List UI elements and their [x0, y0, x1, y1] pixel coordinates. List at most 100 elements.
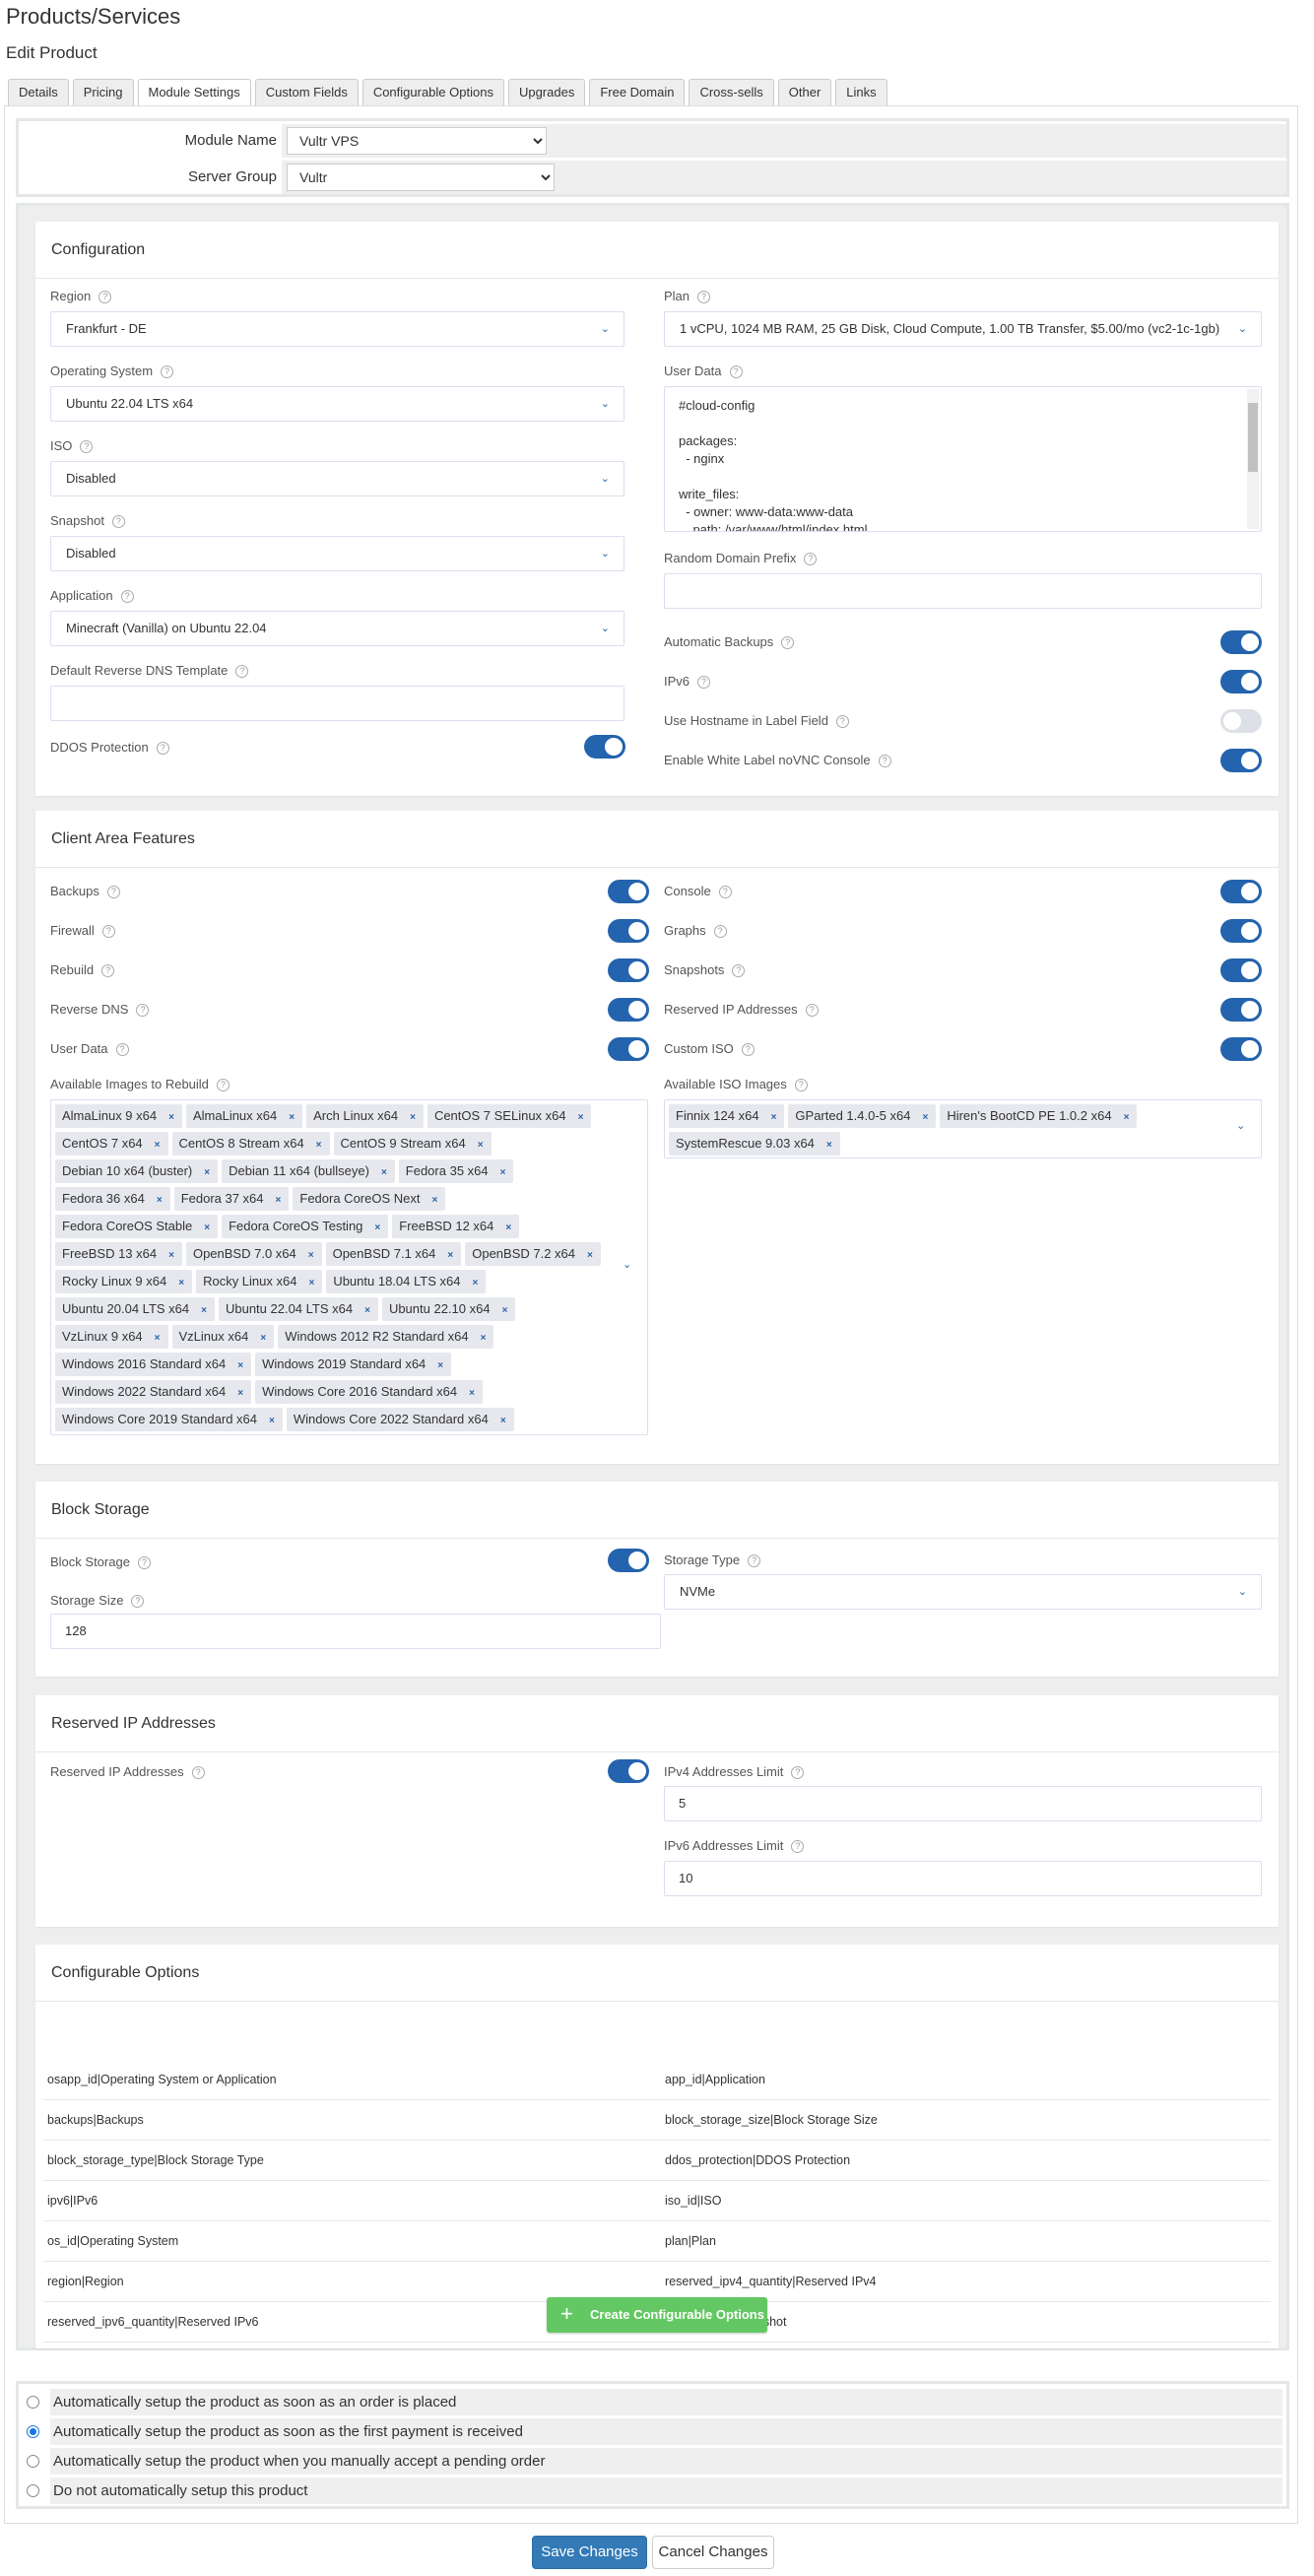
tab-configurable-options[interactable]: Configurable Options	[361, 79, 504, 105]
help-icon[interactable]: ?	[115, 1043, 129, 1056]
application-select[interactable]: Minecraft (Vanilla) on Ubuntu 22.04 ⌄	[50, 611, 624, 646]
help-icon[interactable]: ?	[120, 590, 134, 603]
help-icon[interactable]: ?	[99, 291, 112, 303]
tab-module-settings[interactable]: Module Settings	[137, 79, 251, 106]
save-changes-button[interactable]: Save Changes	[532, 2536, 647, 2569]
iso-images-select[interactable]: Finnix 124 x64 × GParted 1.4.0-5 x64 × Hiren…	[664, 1099, 1262, 1158]
block-storage-toggle[interactable]	[608, 1549, 649, 1572]
remove-tag-icon[interactable]: ×	[447, 1250, 453, 1261]
feature-toggle[interactable]	[608, 998, 649, 1022]
help-icon[interactable]: ?	[216, 1079, 230, 1091]
user-data-textarea[interactable]: #cloud-config packages: - nginx write_fi…	[664, 386, 1262, 532]
setup-option[interactable]: Automatically setup the product as soon …	[27, 2418, 1282, 2445]
remove-tag-icon[interactable]: ×	[578, 1112, 584, 1123]
tab-links[interactable]: Links	[835, 79, 887, 105]
help-icon[interactable]: ?	[235, 665, 249, 678]
server-group-select[interactable]: Vultr	[287, 164, 555, 191]
remove-tag-icon[interactable]: ×	[289, 1112, 295, 1123]
help-icon[interactable]: ?	[131, 1595, 145, 1608]
remove-tag-icon[interactable]: ×	[922, 1112, 928, 1123]
remove-tag-icon[interactable]: ×	[478, 1140, 484, 1151]
help-icon[interactable]: ?	[101, 964, 115, 977]
help-icon[interactable]: ?	[804, 553, 818, 565]
tab-upgrades[interactable]: Upgrades	[507, 79, 586, 105]
remove-tag-icon[interactable]: ×	[500, 1167, 506, 1178]
help-icon[interactable]: ?	[729, 365, 743, 378]
remove-tag-icon[interactable]: ×	[472, 1278, 478, 1288]
help-icon[interactable]: ?	[732, 964, 746, 977]
remove-tag-icon[interactable]: ×	[308, 1278, 314, 1288]
module-name-select[interactable]: Vultr VPS	[287, 127, 547, 155]
remove-tag-icon[interactable]: ×	[168, 1250, 174, 1261]
remove-tag-icon[interactable]: ×	[771, 1112, 777, 1123]
help-icon[interactable]: ?	[781, 636, 795, 649]
remove-tag-icon[interactable]: ×	[316, 1140, 322, 1151]
tab-details[interactable]: Details	[8, 79, 69, 105]
help-icon[interactable]: ?	[136, 1004, 150, 1017]
remove-tag-icon[interactable]: ×	[374, 1222, 380, 1233]
help-icon[interactable]: ?	[137, 1556, 151, 1569]
feature-toggle[interactable]	[608, 958, 649, 982]
storage-type-select[interactable]: NVMe ⌄	[664, 1574, 1262, 1610]
setup-option[interactable]: Do not automatically setup this product	[27, 2477, 1282, 2504]
remove-tag-icon[interactable]: ×	[155, 1140, 161, 1151]
ipv4-limit-input[interactable]: 5	[664, 1786, 1262, 1821]
remove-tag-icon[interactable]: ×	[505, 1222, 511, 1233]
remove-tag-icon[interactable]: ×	[204, 1167, 210, 1178]
remove-tag-icon[interactable]: ×	[201, 1305, 207, 1316]
random-prefix-input[interactable]	[664, 573, 1262, 609]
chevron-down-icon[interactable]: ⌄	[623, 1258, 631, 1271]
remove-tag-icon[interactable]: ×	[587, 1250, 593, 1261]
help-icon[interactable]: ?	[791, 1766, 805, 1779]
remove-tag-icon[interactable]: ×	[178, 1278, 184, 1288]
remove-tag-icon[interactable]: ×	[500, 1416, 506, 1426]
white-label-toggle[interactable]	[1220, 749, 1262, 772]
os-select[interactable]: Ubuntu 22.04 LTS x64 ⌄	[50, 386, 624, 422]
feature-toggle[interactable]	[1220, 919, 1262, 943]
tab-cross-sells[interactable]: Cross-sells	[689, 79, 774, 105]
help-icon[interactable]: ?	[697, 676, 711, 689]
radio-button[interactable]	[27, 2484, 39, 2497]
remove-tag-icon[interactable]: ×	[237, 1388, 243, 1399]
tab-free-domain[interactable]: Free Domain	[589, 79, 686, 105]
help-icon[interactable]: ?	[101, 925, 115, 938]
remove-tag-icon[interactable]: ×	[826, 1140, 832, 1151]
rdns-input[interactable]	[50, 686, 624, 721]
help-icon[interactable]: ?	[191, 1766, 205, 1779]
remove-tag-icon[interactable]: ×	[437, 1360, 443, 1371]
remove-tag-icon[interactable]: ×	[155, 1333, 161, 1344]
tab-pricing[interactable]: Pricing	[72, 79, 134, 105]
help-icon[interactable]: ?	[111, 515, 125, 528]
feature-toggle[interactable]	[1220, 998, 1262, 1022]
feature-toggle[interactable]	[608, 919, 649, 943]
cancel-changes-button[interactable]: Cancel Changes	[652, 2536, 774, 2569]
images-to-rebuild-select[interactable]: AlmaLinux 9 x64 × AlmaLinux x64 × Arch Linux…	[50, 1099, 648, 1435]
plan-select[interactable]: 1 vCPU, 1024 MB RAM, 25 GB Disk, Cloud C…	[664, 311, 1262, 347]
help-icon[interactable]: ?	[106, 886, 120, 898]
scrollbar-thumb[interactable]	[1248, 403, 1258, 472]
radio-button[interactable]	[27, 2425, 39, 2438]
hostname-label-toggle[interactable]	[1220, 709, 1262, 733]
help-icon[interactable]: ?	[794, 1079, 808, 1091]
remove-tag-icon[interactable]: ×	[481, 1333, 487, 1344]
remove-tag-icon[interactable]: ×	[157, 1195, 163, 1206]
remove-tag-icon[interactable]: ×	[469, 1388, 475, 1399]
tab-custom-fields[interactable]: Custom Fields	[254, 79, 359, 105]
remove-tag-icon[interactable]: ×	[410, 1112, 416, 1123]
ddos-toggle[interactable]	[584, 735, 625, 759]
help-icon[interactable]: ?	[741, 1043, 755, 1056]
help-icon[interactable]: ?	[80, 440, 94, 453]
setup-option[interactable]: Automatically setup the product when you…	[27, 2448, 1282, 2475]
feature-toggle[interactable]	[1220, 880, 1262, 903]
storage-size-input[interactable]: 128	[50, 1614, 661, 1649]
remove-tag-icon[interactable]: ×	[1124, 1112, 1130, 1123]
feature-toggle[interactable]	[608, 880, 649, 903]
remove-tag-icon[interactable]: ×	[308, 1250, 314, 1261]
auto-backups-toggle[interactable]	[1220, 630, 1262, 654]
remove-tag-icon[interactable]: ×	[168, 1112, 174, 1123]
help-icon[interactable]: ?	[748, 1554, 761, 1567]
remove-tag-icon[interactable]: ×	[502, 1305, 508, 1316]
ipv6-toggle[interactable]	[1220, 670, 1262, 694]
remove-tag-icon[interactable]: ×	[269, 1416, 275, 1426]
help-icon[interactable]: ?	[156, 742, 169, 755]
